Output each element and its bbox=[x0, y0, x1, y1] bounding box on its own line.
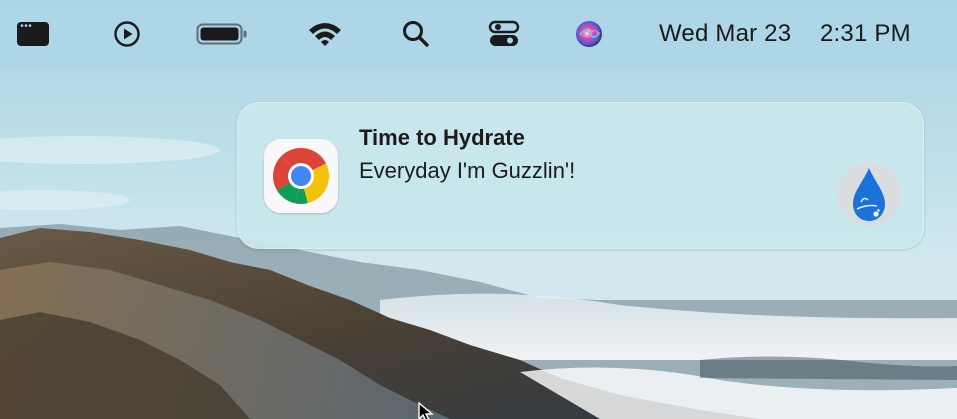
mouse-pointer bbox=[418, 401, 438, 419]
siri-icon[interactable] bbox=[570, 0, 608, 68]
notification-banner[interactable]: Time to Hydrate Everyday I'm Guzzlin'! bbox=[237, 102, 924, 249]
notification-title: Time to Hydrate bbox=[359, 125, 525, 150]
battery-icon[interactable] bbox=[194, 0, 250, 68]
notification-body: Everyday I'm Guzzlin'! bbox=[359, 158, 576, 183]
chrome-icon bbox=[264, 139, 338, 213]
menu-bar-date[interactable]: Wed Mar 23 bbox=[659, 0, 791, 68]
menu-bar-time[interactable]: 2:31 PM bbox=[820, 0, 911, 68]
wifi-icon[interactable] bbox=[305, 0, 345, 68]
water-drop-icon bbox=[837, 162, 901, 226]
menu-bar: Wed Mar 23 2:31 PM bbox=[0, 0, 957, 68]
app-window-icon[interactable] bbox=[14, 0, 52, 68]
control-center-icon[interactable] bbox=[484, 0, 524, 68]
search-icon[interactable] bbox=[398, 0, 434, 68]
play-icon[interactable] bbox=[110, 0, 144, 68]
